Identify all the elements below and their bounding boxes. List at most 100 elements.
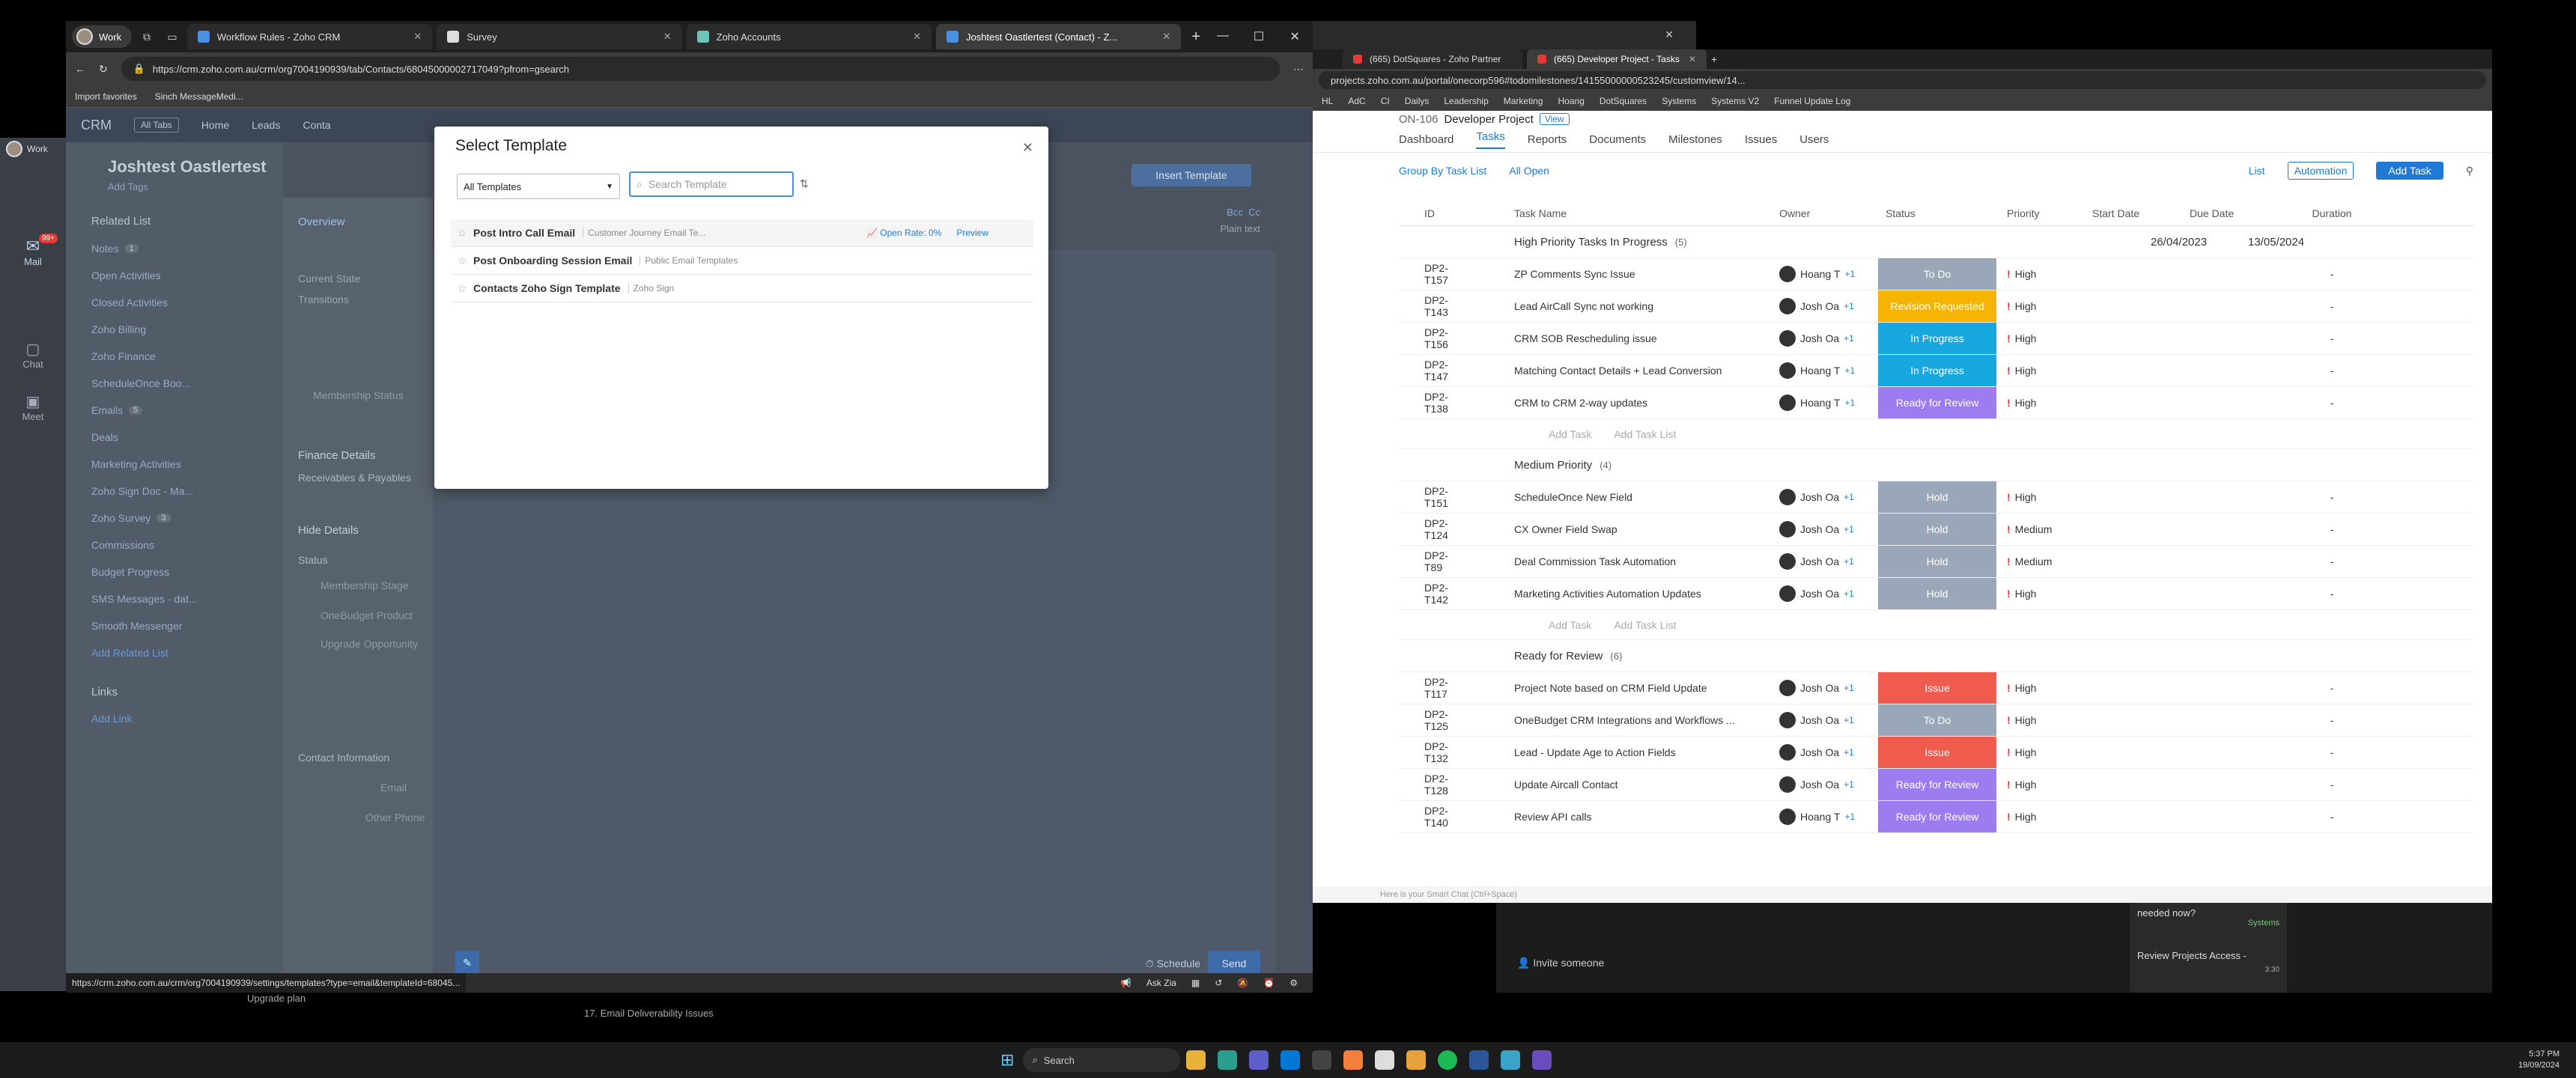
project-tab-users[interactable]: Users xyxy=(1799,133,1829,146)
template-row[interactable]: ☆ Post Intro Call Email Customer Journey… xyxy=(451,219,1033,247)
task-name[interactable]: Lead AirCall Sync not working xyxy=(1465,300,1779,312)
col-priority[interactable]: Priority xyxy=(1996,207,2092,219)
smart-chat-bar[interactable]: Here is your Smart Chat (Ctrl+Space) xyxy=(1313,886,2492,903)
table-row[interactable]: DP2-T89 Deal Commission Task Automation Jo… xyxy=(1399,546,2473,578)
task-owner[interactable]: Josh Oa +1 xyxy=(1779,776,1878,793)
add-task-link[interactable]: Add Task xyxy=(1549,619,1591,631)
task-owner[interactable]: Hoang T +1 xyxy=(1779,808,1878,825)
task-list-group[interactable]: Ready for Review (6) xyxy=(1399,640,2473,672)
new-tab-icon[interactable]: + xyxy=(1191,28,1200,46)
table-row[interactable]: DP2-T147 Matching Contact Details + Lead … xyxy=(1399,355,2473,387)
nav-home[interactable]: Home xyxy=(201,119,229,131)
task-priority[interactable]: High xyxy=(1996,682,2092,694)
project-tab-dashboard[interactable]: Dashboard xyxy=(1399,133,1453,146)
status-badge[interactable]: Hold xyxy=(1878,578,1996,609)
favorite-item[interactable]: Systems xyxy=(1662,96,1696,106)
taskbar-search[interactable]: ⌕ Search xyxy=(1023,1048,1181,1072)
status-badge[interactable]: Revision Requested xyxy=(1878,290,1996,322)
star-icon[interactable]: ☆ xyxy=(451,282,473,295)
sort-icon[interactable]: ⇅ xyxy=(800,177,809,190)
tab-survey[interactable]: Survey ✕ xyxy=(437,24,682,49)
clock-icon[interactable]: ⏰ xyxy=(1263,978,1275,988)
chrome-icon[interactable] xyxy=(1501,1050,1521,1070)
task-list-group[interactable]: High Priority Tasks In Progress (5) 26/04/… xyxy=(1399,226,2473,258)
related-list-item[interactable]: Open Activities xyxy=(66,262,283,289)
close-window-icon[interactable]: ✕ xyxy=(1277,29,1313,44)
receivables-label[interactable]: Receivables & Payables xyxy=(298,472,411,484)
task-priority[interactable]: High xyxy=(1996,300,2092,312)
template-filter-select[interactable]: All Templates ▼ xyxy=(457,174,620,199)
add-tags-link[interactable]: Add Tags xyxy=(66,177,283,192)
plain-text-toggle[interactable]: Plain text xyxy=(1221,223,1260,234)
reload-icon[interactable]: ↻ xyxy=(99,63,108,76)
task-owner[interactable]: Josh Oa +1 xyxy=(1779,330,1878,347)
minimize-icon[interactable]: — xyxy=(1205,29,1241,44)
status-badge[interactable]: To Do xyxy=(1878,704,1996,736)
template-row[interactable]: ☆ Contacts Zoho Sign Template Zoho Sign xyxy=(451,275,1033,302)
app-icon[interactable] xyxy=(1312,1050,1332,1070)
table-row[interactable]: DP2-T151 ScheduleOnce New Field Josh Oa +1 H… xyxy=(1399,481,2473,514)
table-row[interactable]: DP2-T143 Lead AirCall Sync not working Jos… xyxy=(1399,290,2473,323)
announcement-icon[interactable]: 📢 xyxy=(1120,978,1131,988)
url-input[interactable]: 🔒 https://crm.zoho.com.au/crm/org7004190… xyxy=(121,57,1280,81)
task-name[interactable]: Project Note based on CRM Field Update xyxy=(1465,682,1779,694)
all-tabs-button[interactable]: All Tabs xyxy=(134,118,179,133)
favorite-item[interactable]: Marketing xyxy=(1504,96,1543,106)
task-name[interactable]: CRM SOB Rescheduling issue xyxy=(1465,332,1779,344)
tab-developer-project[interactable]: (665) Developer Project - Tasks ✕ xyxy=(1527,49,1707,69)
close-icon[interactable]: ✕ xyxy=(1022,140,1033,156)
col-start-date[interactable]: Start Date xyxy=(2092,207,2190,219)
task-priority[interactable]: High xyxy=(1996,268,2092,280)
nav-contacts[interactable]: Conta xyxy=(303,119,330,131)
status-badge[interactable]: In Progress xyxy=(1878,323,1996,354)
favorite-item[interactable]: Funnel Update Log xyxy=(1774,96,1850,106)
send-button[interactable]: Send xyxy=(1208,951,1260,976)
url-input[interactable]: projects.zoho.com.au/portal/onecorp596#t… xyxy=(1319,71,2486,89)
task-owner[interactable]: Hoang T +1 xyxy=(1779,395,1878,411)
preview-link[interactable]: Preview xyxy=(956,228,988,238)
favorite-import[interactable]: Import favorites xyxy=(75,91,137,102)
task-name[interactable]: CRM to CRM 2-way updates xyxy=(1465,397,1779,409)
hide-details-toggle[interactable]: Hide Details xyxy=(298,524,359,537)
favorite-item[interactable]: AdC xyxy=(1348,96,1365,106)
col-id[interactable]: ID xyxy=(1399,207,1465,219)
taskbar-clock[interactable]: 5:37 PM 19/09/2024 xyxy=(2518,1049,2560,1071)
related-list-item[interactable]: Deals xyxy=(66,424,283,451)
insert-template-button[interactable]: Insert Template xyxy=(1131,164,1251,186)
app-icon[interactable] xyxy=(1406,1050,1427,1070)
add-link[interactable]: Add Link xyxy=(66,705,283,732)
favorite-item[interactable]: DotSquares xyxy=(1600,96,1647,106)
task-owner[interactable]: Josh Oa +1 xyxy=(1779,489,1878,505)
related-list-item[interactable]: Notes 1 xyxy=(66,235,283,262)
related-list-item[interactable]: Emails 5 xyxy=(66,397,283,424)
task-name[interactable]: ScheduleOnce New Field xyxy=(1465,491,1779,503)
add-task-list-link[interactable]: Add Task List xyxy=(1614,619,1676,631)
status-badge[interactable]: Issue xyxy=(1878,672,1996,704)
template-row[interactable]: ☆ Post Onboarding Session Email Public E… xyxy=(451,247,1033,275)
start-icon[interactable]: ⊞ xyxy=(1000,1050,1014,1070)
browser-profile-button[interactable]: Work xyxy=(72,25,133,48)
maximize-icon[interactable]: ☐ xyxy=(1241,29,1277,44)
task-priority[interactable]: High xyxy=(1996,746,2092,758)
mute-icon[interactable]: 🔕 xyxy=(1237,978,1248,988)
task-priority[interactable]: High xyxy=(1996,491,2092,503)
tab-actions-icon[interactable]: ▭ xyxy=(162,31,183,43)
table-row[interactable]: DP2-T128 Update Aircall Contact Josh Oa +1 R… xyxy=(1399,769,2473,801)
status-badge[interactable]: To Do xyxy=(1878,258,1996,290)
col-task-name[interactable]: Task Name xyxy=(1465,207,1779,219)
task-owner[interactable]: Hoang T +1 xyxy=(1779,362,1878,379)
tab-zoho-accounts[interactable]: Zoho Accounts ✕ xyxy=(686,24,932,49)
task-owner[interactable]: Hoang T +1 xyxy=(1779,266,1878,282)
task-name[interactable]: Review API calls xyxy=(1465,811,1779,823)
task-owner[interactable]: Josh Oa +1 xyxy=(1779,298,1878,314)
favorite-item[interactable]: Leadership xyxy=(1444,96,1488,106)
col-duration[interactable]: Duration xyxy=(2287,207,2377,219)
task-owner[interactable]: Josh Oa +1 xyxy=(1779,585,1878,602)
table-row[interactable]: DP2-T124 CX Owner Field Swap Josh Oa +1 Hold… xyxy=(1399,514,2473,546)
extensions-icon[interactable]: ⋯ xyxy=(1293,63,1304,76)
bcc-link[interactable]: Bcc xyxy=(1227,207,1243,218)
view-button[interactable]: View xyxy=(1539,113,1570,125)
word-icon[interactable] xyxy=(1469,1050,1489,1070)
spotify-icon[interactable] xyxy=(1438,1050,1458,1070)
task-priority[interactable]: Medium xyxy=(1996,555,2092,567)
